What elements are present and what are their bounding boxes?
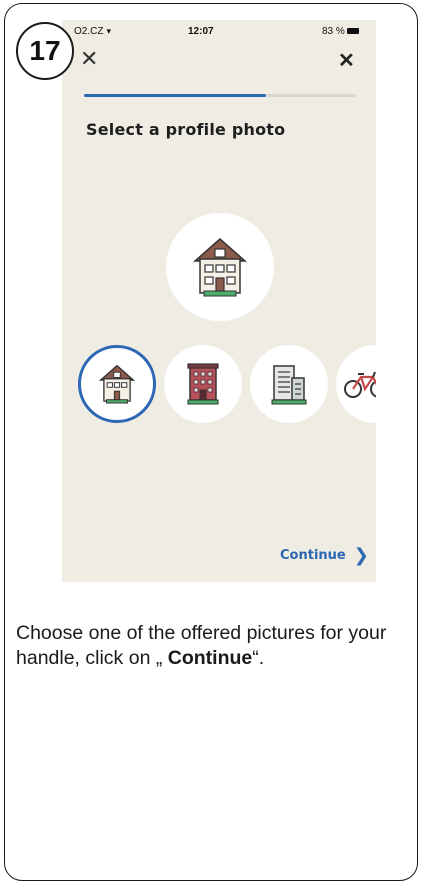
instruction-text-after: “.: [252, 647, 265, 669]
battery-indicator: 83 %: [322, 26, 359, 37]
continue-button[interactable]: Continue ❯: [280, 544, 369, 566]
office-building-icon: [271, 365, 307, 405]
photo-option-bicycle[interactable]: [336, 345, 376, 423]
carrier-label: O2.CZ ▾: [74, 26, 111, 37]
phone-screenshot: O2.CZ ▾ 12:07 83 % ✕ ✕ Select a profile p…: [62, 20, 376, 582]
house-icon: [98, 364, 136, 404]
close-icon[interactable]: ✕: [338, 50, 355, 72]
carrier-text: O2.CZ: [74, 26, 104, 37]
back-close-icon[interactable]: ✕: [80, 48, 98, 70]
battery-icon: [346, 28, 359, 35]
apartment-building-icon: [187, 363, 219, 405]
clock: 12:07: [188, 26, 214, 37]
step-number-badge: 17: [16, 22, 74, 80]
battery-text: 83 %: [322, 26, 345, 37]
photo-options-row: [62, 345, 376, 425]
instruction-text: Choose one of the offered pictures for y…: [16, 621, 412, 671]
wifi-icon: ▾: [106, 26, 111, 36]
photo-option-apartment-building[interactable]: [164, 345, 242, 423]
house-icon: [193, 238, 247, 297]
progress-bar: [84, 94, 356, 97]
bicycle-icon: [344, 371, 376, 398]
status-bar: O2.CZ ▾ 12:07 83 %: [62, 20, 376, 42]
page-title: Select a profile photo: [86, 120, 286, 139]
progress-fill: [84, 94, 267, 97]
photo-option-house[interactable]: [78, 345, 156, 423]
photo-option-office-building[interactable]: [250, 345, 328, 423]
instruction-emphasis: Continue: [167, 647, 253, 669]
selected-photo-preview: [166, 213, 274, 321]
chevron-right-icon: ❯: [353, 544, 369, 566]
continue-label: Continue: [280, 548, 346, 563]
